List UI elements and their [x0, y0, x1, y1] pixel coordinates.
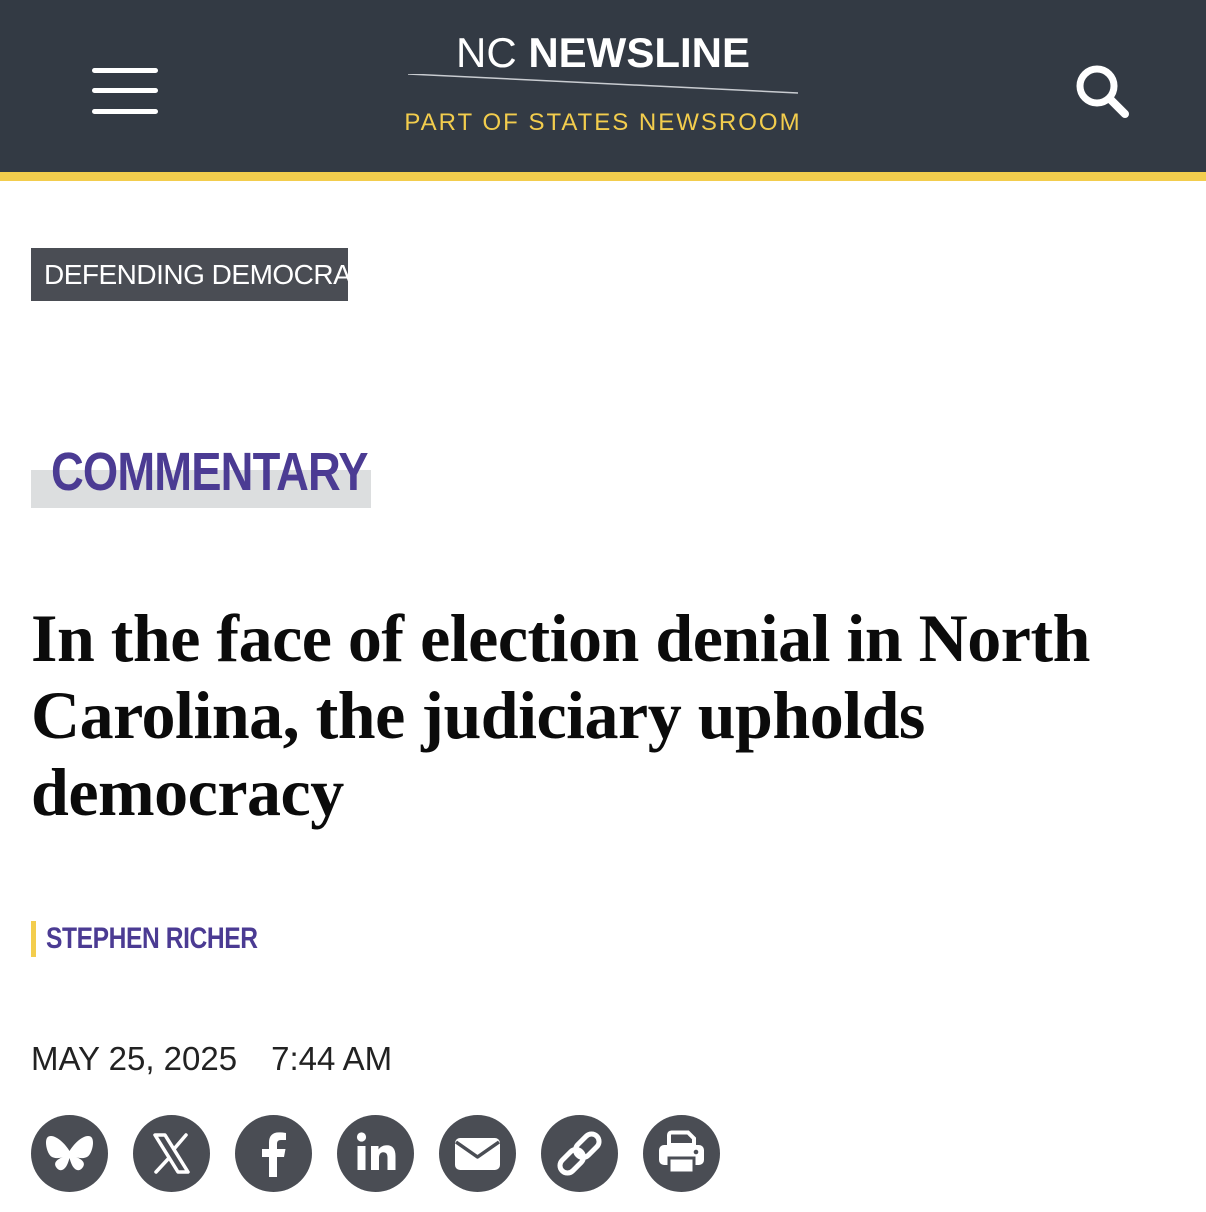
- facebook-icon[interactable]: [235, 1115, 312, 1192]
- author-byline: STEPHEN RICHER: [31, 921, 304, 957]
- publish-time: 7:44 AM: [271, 1040, 393, 1077]
- logo-prefix: NC: [455, 29, 517, 76]
- logo-wordmark: NC NEWSLINE: [403, 28, 803, 78]
- publish-dateline: MAY 25, 2025 7:44 AM: [31, 1038, 392, 1080]
- site-logo[interactable]: NC NEWSLINE PART OF STATES NEWSROOM: [403, 28, 803, 143]
- publish-date: MAY 25, 2025: [31, 1040, 238, 1077]
- author-link[interactable]: STEPHEN RICHER: [46, 921, 258, 957]
- logo-name: NEWSLINE: [528, 29, 750, 76]
- logo-tagline: PART OF STATES NEWSROOM: [404, 109, 802, 136]
- link-icon[interactable]: [541, 1115, 618, 1192]
- linkedin-icon[interactable]: [337, 1115, 414, 1192]
- email-icon[interactable]: [439, 1115, 516, 1192]
- bluesky-icon[interactable]: [31, 1115, 108, 1192]
- site-header: NC NEWSLINE PART OF STATES NEWSROOM: [0, 0, 1206, 172]
- section-label-text: COMMENTARY: [51, 442, 368, 502]
- logo-divider-line: [408, 74, 799, 94]
- search-icon[interactable]: [1074, 62, 1132, 120]
- x-twitter-icon[interactable]: [133, 1115, 210, 1192]
- hamburger-menu-icon[interactable]: [92, 66, 160, 116]
- category-tag[interactable]: DEFENDING DEMOCRACY: [31, 248, 348, 301]
- section-label: COMMENTARY: [31, 430, 371, 510]
- print-icon[interactable]: [643, 1115, 720, 1192]
- article-headline: In the face of election denial in North …: [31, 600, 1090, 830]
- header-accent-stripe: [0, 172, 1206, 181]
